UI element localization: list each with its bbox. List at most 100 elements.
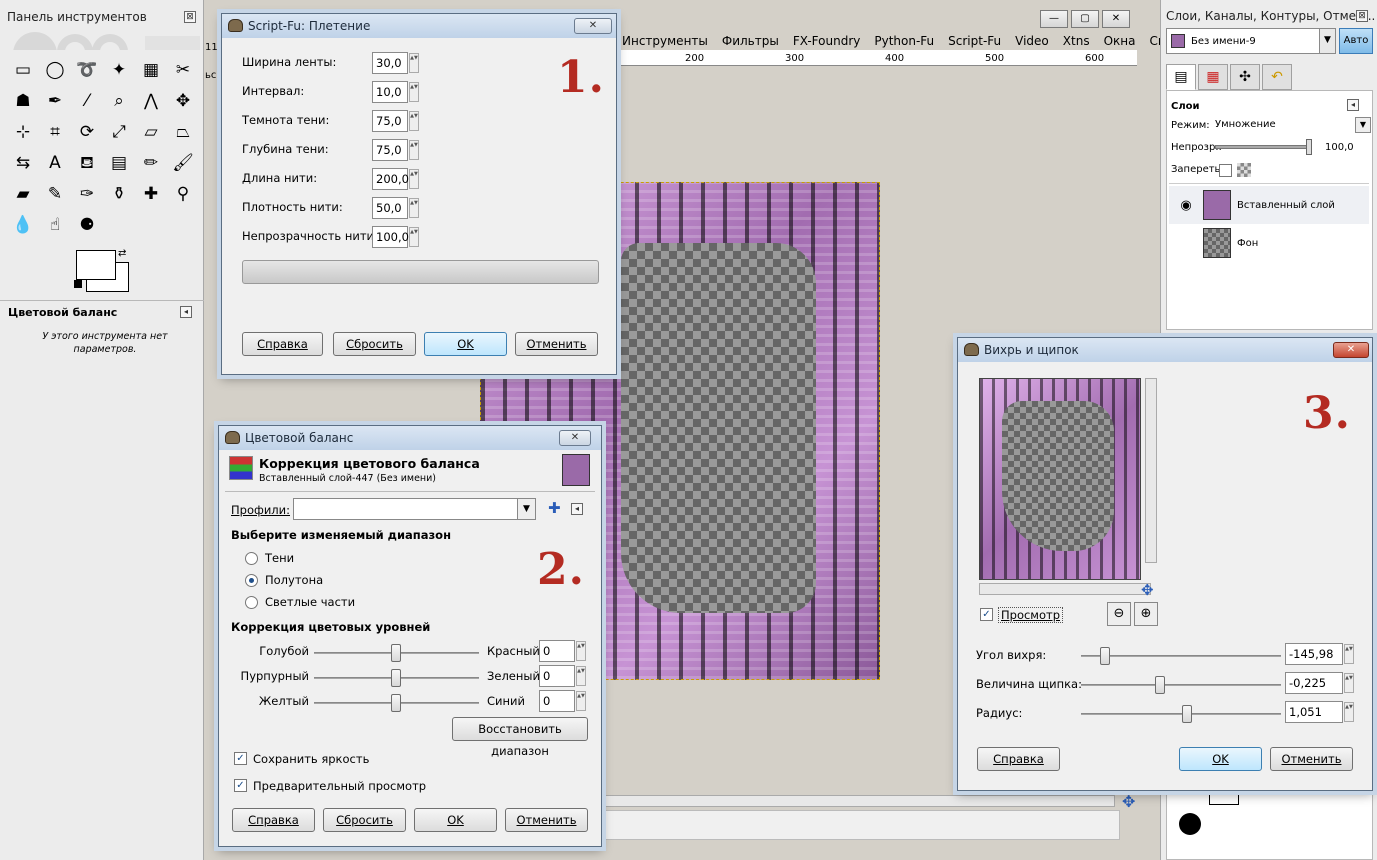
perspective-clone-icon[interactable]: ⚲ [170, 181, 196, 207]
preview-checkbox[interactable]: ✓ [980, 608, 993, 621]
chevron-down-icon[interactable]: ▼ [1355, 117, 1371, 133]
spinner-arrows-icon[interactable]: ▲▼ [409, 169, 419, 189]
chevron-down-icon[interactable]: ▼ [517, 499, 535, 519]
profiles-menu-icon[interactable]: ◂ [571, 503, 583, 515]
ink-icon[interactable]: ✑ [74, 181, 100, 207]
level-spinner[interactable]: 0 ▲▼ [539, 690, 586, 712]
smudge-icon[interactable]: ☝ [42, 212, 68, 238]
align-icon[interactable]: ⊹ [10, 119, 36, 145]
tab-paths-icon[interactable]: ✣ [1230, 64, 1260, 90]
ellipse-select-icon[interactable]: ◯ [42, 57, 68, 83]
scissors-icon[interactable]: ✂ [170, 57, 196, 83]
help-button[interactable]: Справка [232, 808, 315, 832]
value-spinner[interactable]: 50,0 ▲▼ [372, 197, 419, 219]
image-selector[interactable]: Без имени-9 ▼ [1166, 28, 1336, 54]
tab-layers-icon[interactable]: ▤ [1166, 64, 1196, 90]
flip-icon[interactable]: ⇆ [10, 150, 36, 176]
preview-checkbox[interactable]: ✓ [234, 779, 247, 792]
level-slider[interactable] [314, 644, 479, 662]
swap-colors-icon[interactable]: ⇄ [118, 248, 126, 259]
opacity-slider[interactable] [1215, 139, 1312, 155]
brush-preset-icon[interactable] [1209, 791, 1239, 805]
param-slider[interactable] [1081, 705, 1281, 723]
slider-handle[interactable] [1100, 647, 1110, 665]
color-picker-icon[interactable]: ⁄ [74, 88, 100, 114]
close-button[interactable]: ✕ [559, 430, 591, 446]
spinner-arrows-icon[interactable]: ▲▼ [409, 140, 419, 160]
level-spinner[interactable]: 0 ▲▼ [539, 640, 586, 662]
range-radio[interactable] [245, 596, 258, 609]
eye-icon[interactable]: ◉ [1169, 198, 1203, 213]
clone-icon[interactable]: ⚱ [106, 181, 132, 207]
help-button[interactable]: Справка [242, 332, 323, 356]
value-spinner[interactable]: 10,0 ▲▼ [372, 81, 419, 103]
pencil-icon[interactable]: ✏ [138, 150, 164, 176]
tab-undo-icon[interactable]: ↶ [1262, 64, 1292, 90]
value-spinner[interactable]: 200,0 ▲▼ [372, 168, 419, 190]
chevron-down-icon[interactable]: ▼ [1319, 29, 1335, 53]
spinner-arrows-icon[interactable]: ▲▼ [1344, 702, 1354, 722]
menu-item[interactable]: Окна [1097, 32, 1143, 50]
param-spinner[interactable]: -0,225 ▲▼ [1285, 672, 1354, 694]
navigate-icon[interactable]: ✥ [1122, 792, 1135, 811]
close-button[interactable]: ✕ [1333, 342, 1369, 358]
layers-menu-icon[interactable]: ◂ [1347, 99, 1359, 111]
navigate-icon[interactable]: ✥ [1141, 581, 1154, 599]
zoom-out-icon[interactable]: ⊖ [1107, 602, 1131, 626]
cancel-button[interactable]: Отменить [515, 332, 598, 356]
slider-handle[interactable] [391, 669, 401, 687]
cancel-button[interactable]: Отменить [505, 808, 588, 832]
help-button[interactable]: Справка [977, 747, 1060, 771]
auto-button[interactable]: Авто [1339, 28, 1373, 54]
value-spinner[interactable]: 30,0 ▲▼ [372, 52, 419, 74]
measure-icon[interactable]: ⋀ [138, 88, 164, 114]
shear-icon[interactable]: ▱ [138, 119, 164, 145]
lasso-icon[interactable]: ➰ [74, 57, 100, 83]
dock-close-icon[interactable]: ⊠ [1356, 10, 1368, 22]
rect-select-icon[interactable]: ▭ [10, 57, 36, 83]
menu-item[interactable]: Фильтры [715, 32, 786, 50]
preview-hscrollbar[interactable] [979, 583, 1151, 595]
perspective-icon[interactable]: ⏢ [170, 119, 196, 145]
lock-alpha-checkbox[interactable] [1219, 164, 1232, 177]
ok-button[interactable]: OK [424, 332, 507, 356]
range-radio[interactable] [245, 574, 258, 587]
slider-handle[interactable] [1306, 139, 1312, 155]
spinner-arrows-icon[interactable]: ▲▼ [1344, 673, 1354, 693]
fuzzy-select-icon[interactable]: ✦ [106, 57, 132, 83]
slider-handle[interactable] [391, 644, 401, 662]
toolbox-close-icon[interactable]: ⊠ [184, 11, 196, 23]
dodge-burn-icon[interactable]: ⚈ [74, 212, 100, 238]
level-slider[interactable] [314, 694, 479, 712]
eraser-icon[interactable]: ▰ [10, 181, 36, 207]
spinner-arrows-icon[interactable]: ▲▼ [409, 227, 419, 247]
mode-select[interactable]: Умножение ▼ [1215, 115, 1371, 135]
blur-icon[interactable]: 💧 [10, 212, 36, 238]
airbrush-icon[interactable]: ✎ [42, 181, 68, 207]
maximize-button[interactable]: ▢ [1071, 10, 1099, 28]
value-spinner[interactable]: 75,0 ▲▼ [372, 110, 419, 132]
ok-button[interactable]: OK [1179, 747, 1262, 771]
slider-handle[interactable] [1155, 676, 1165, 694]
menu-item[interactable]: Video [1008, 32, 1056, 50]
spinner-arrows-icon[interactable]: ▲▼ [409, 53, 419, 73]
param-slider[interactable] [1081, 676, 1281, 694]
spinner-arrows-icon[interactable]: ▲▼ [409, 82, 419, 102]
range-radio[interactable] [245, 552, 258, 565]
reset-range-button[interactable]: Восстановить диапазон [452, 717, 588, 758]
foreground-color-swatch[interactable] [76, 250, 116, 280]
paintbrush-icon[interactable]: 🖌 [170, 150, 196, 176]
preserve-luminosity-checkbox[interactable]: ✓ [234, 752, 247, 765]
brush-preset-icon[interactable] [1179, 813, 1201, 835]
close-button[interactable]: ✕ [1102, 10, 1130, 28]
value-spinner[interactable]: 100,0 ▲▼ [372, 226, 419, 248]
ok-button[interactable]: OK [414, 808, 497, 832]
fg-bg-colors[interactable]: ⇄ [74, 248, 129, 292]
move-icon[interactable]: ✥ [170, 88, 196, 114]
scale-icon[interactable]: ⤢ [106, 119, 132, 145]
reset-button[interactable]: Сбросить [323, 808, 406, 832]
layer-row[interactable]: ◉ Вставленный слой [1169, 186, 1369, 224]
spinner-arrows-icon[interactable]: ▲▼ [576, 666, 586, 686]
rotate-icon[interactable]: ⟳ [74, 119, 100, 145]
param-spinner[interactable]: 1,051 ▲▼ [1285, 701, 1354, 723]
